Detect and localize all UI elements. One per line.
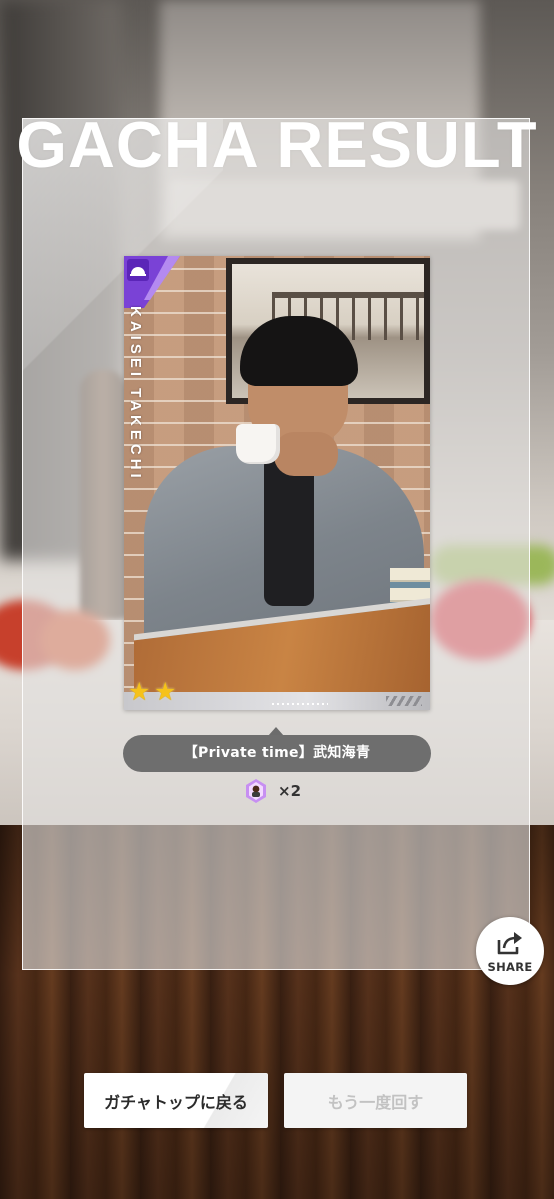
character-card[interactable]: KAISEI TAKECHI ★ ★	[124, 256, 430, 710]
page-title: GACHA RESULT	[16, 108, 538, 181]
card-name-vertical: KAISEI TAKECHI	[127, 306, 144, 482]
draw-again-button[interactable]: もう一度回す	[284, 1073, 467, 1128]
share-arrow-icon	[497, 932, 522, 955]
share-label: SHARE	[487, 960, 533, 974]
card-name-plate: 【Private time】武知海青	[123, 735, 431, 772]
card-art-shirt	[264, 456, 314, 606]
character-token-icon	[246, 779, 266, 803]
star-icon: ★	[154, 677, 177, 706]
rank-badge-icon	[124, 256, 180, 308]
card-art-hand	[274, 432, 338, 476]
star-icon: ★	[128, 677, 151, 706]
share-button[interactable]: SHARE	[476, 917, 544, 985]
reward-count: ×2	[278, 782, 302, 800]
card-bar-dots	[272, 703, 328, 705]
card-art-coffee-cup	[236, 424, 280, 464]
back-to-gacha-top-button[interactable]: ガチャトップに戻る	[84, 1073, 268, 1128]
card-bar-stripes	[386, 696, 422, 706]
rarity-stars: ★ ★	[128, 677, 178, 708]
reward-row: ×2	[246, 778, 301, 804]
